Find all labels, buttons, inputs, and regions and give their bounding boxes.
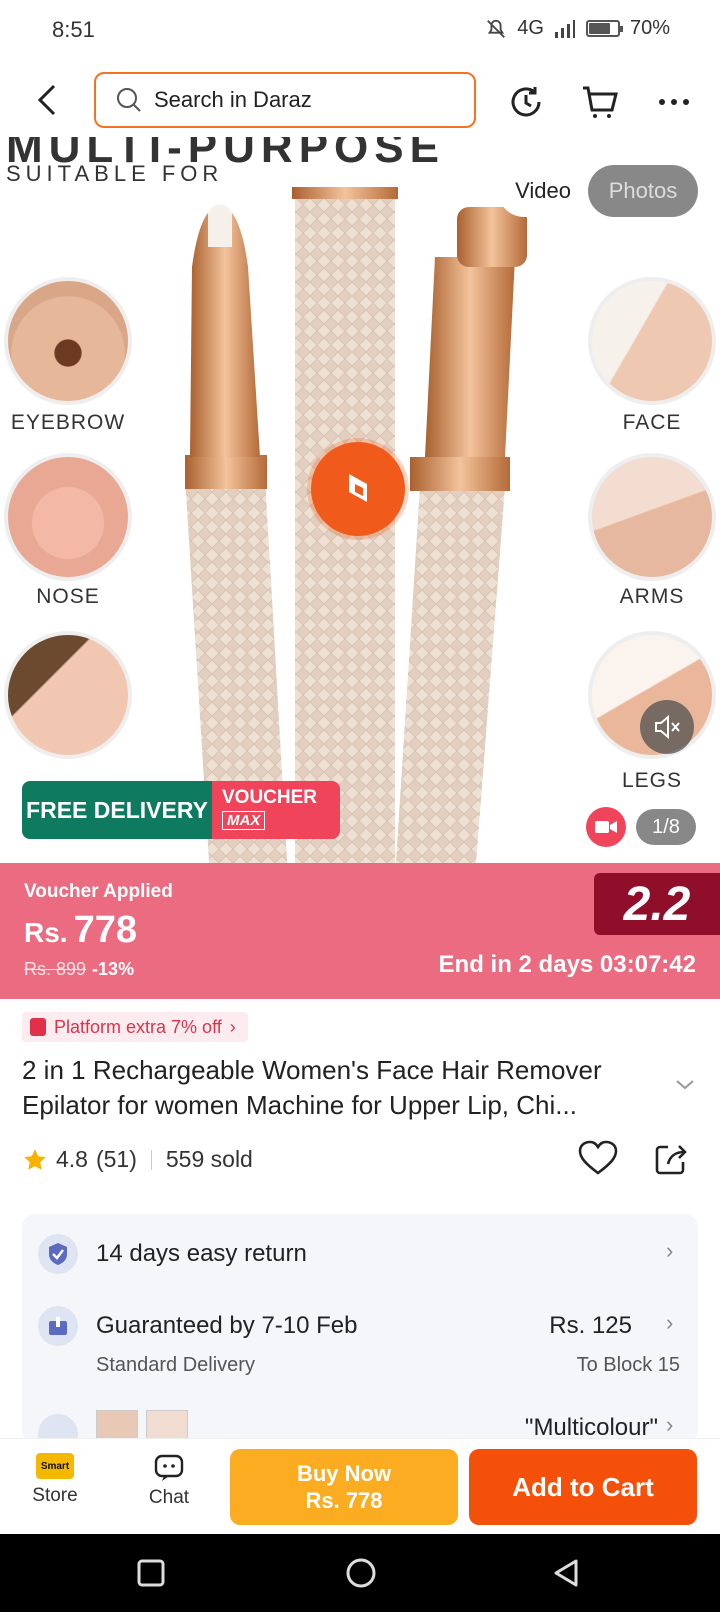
top-header: Search in Daraz [0,62,720,137]
current-price: Rs. 778 [24,909,137,952]
rating-row[interactable]: 4.8 (51) 559 sold [22,1146,253,1173]
face-image [588,277,716,405]
chevron-right-icon[interactable]: › [666,1412,673,1438]
play-video-button[interactable] [311,442,405,536]
signal-icon [554,19,575,38]
search-icon [117,88,141,112]
voucher-label: VOUCHER [222,787,318,808]
more-options-icon[interactable] [654,82,694,122]
return-policy[interactable]: 14 days easy return [96,1240,307,1268]
guarantee-date[interactable]: Guaranteed by 7-10 Feb [96,1312,358,1340]
share-icon[interactable] [654,1142,690,1176]
nose-image [4,453,132,581]
chevron-right-icon[interactable]: › [666,1310,673,1336]
recent-apps-icon[interactable] [136,1558,166,1588]
campaign-badge: 2.2 [594,873,720,935]
price-currency: Rs. [24,917,68,948]
chat-label: Chat [148,1487,190,1508]
title-line-1: 2 in 1 Rechargeable Women's Face Hair Re… [22,1055,602,1085]
voucher-max-badge: VOUCHER MAX [212,781,340,839]
label-eyebrow: EYEBROW [10,411,126,434]
bottom-action-bar: Smart Store Chat Buy Now Rs. 778 Add to … [0,1438,720,1534]
voucher-max-label: MAX [222,811,266,830]
label-legs: LEGS [621,769,683,792]
speaker-muted-icon [655,714,680,740]
mute-bell-icon [487,19,506,38]
status-bar: 8:51 4G 70% [0,0,720,62]
wishlist-heart-icon[interactable] [578,1140,618,1176]
sold-count: 559 sold [165,1146,253,1172]
coupon-icon [30,1018,46,1036]
shield-check-icon [38,1234,78,1274]
store-button[interactable]: Smart Store [20,1453,90,1507]
cart-icon[interactable] [580,82,620,122]
ear-image [4,631,132,759]
label-nose: NOSE [36,585,100,608]
platform-promo-tag[interactable]: Platform extra 7% off › [22,1012,248,1042]
search-placeholder: Search in Daraz [154,87,312,112]
store-label: Store [32,1485,78,1506]
status-right: 4G 70% [485,17,670,40]
price-amount: 778 [73,909,137,951]
original-price: Rs. 899 [24,959,87,979]
status-time: 8:51 [52,17,95,42]
star-icon [24,1148,46,1170]
free-delivery-badge: FREE DELIVERY [22,781,212,839]
product-title: 2 in 1 Rechargeable Women's Face Hair Re… [22,1053,672,1123]
label-arms: ARMS [619,585,685,608]
original-price-row: Rs. 899 -13% [24,959,134,980]
home-icon[interactable] [344,1556,378,1590]
video-tab[interactable]: Video [498,165,588,217]
add-to-cart-button[interactable]: Add to Cart [469,1449,697,1525]
chevron-down-icon[interactable] [674,1078,696,1092]
delivery-fee: Rs. 125 [549,1312,632,1339]
promo-text: Platform extra 7% off [54,1016,222,1037]
store-logo-icon: Smart [36,1453,74,1479]
chevron-right-icon[interactable]: › [666,1238,673,1264]
chevron-right-icon: › [229,1016,236,1037]
mute-button[interactable] [640,700,694,754]
battery-icon [585,20,623,37]
search-bar[interactable]: Search in Daraz [94,72,476,128]
history-icon[interactable] [506,82,546,122]
price-panel: Voucher Applied Rs. 778 Rs. 899 -13% 2.2 E… [0,863,720,999]
network-label: 4G [517,17,544,39]
delivery-box-icon [38,1306,78,1346]
label-face: FACE [622,411,682,434]
media-toggle[interactable]: Video Photos [498,165,698,217]
system-nav-bar [0,1534,720,1612]
play-logo-icon [349,474,367,502]
buy-now-price: Rs. 778 [305,1488,383,1513]
delivery-destination: To Block 15 [576,1354,680,1376]
back-arrow-icon[interactable] [30,80,66,120]
countdown-timer: End in 2 days 03:07:42 [438,951,696,978]
buy-now-button[interactable]: Buy Now Rs. 778 [230,1449,458,1525]
product-media[interactable]: MULTI-PURPOSE SUITABLE FOR Video Photos [0,137,720,863]
battery-level: 70% [629,17,670,39]
eyebrow-image [4,277,132,405]
service-card: 14 days easy return › Guaranteed by 7-10… [22,1214,698,1444]
review-count: (51) [95,1146,137,1172]
video-camera-icon[interactable] [586,807,626,847]
arms-image [588,453,716,581]
rating-value: 4.8 [56,1146,88,1172]
delivery-type: Standard Delivery [96,1354,255,1376]
buy-now-label: Buy Now [296,1461,392,1486]
photos-tab[interactable]: Photos [588,165,698,217]
divider [150,1149,152,1170]
title-line-2: Epilator for women Machine for Upper Lip… [22,1090,577,1120]
chat-button[interactable]: Chat [134,1453,204,1509]
chat-icon [154,1454,184,1481]
back-nav-icon[interactable] [552,1558,582,1588]
media-counter: 1/8 [636,809,696,845]
voucher-applied-label: Voucher Applied [24,881,173,902]
discount-percent: -13% [92,959,135,979]
